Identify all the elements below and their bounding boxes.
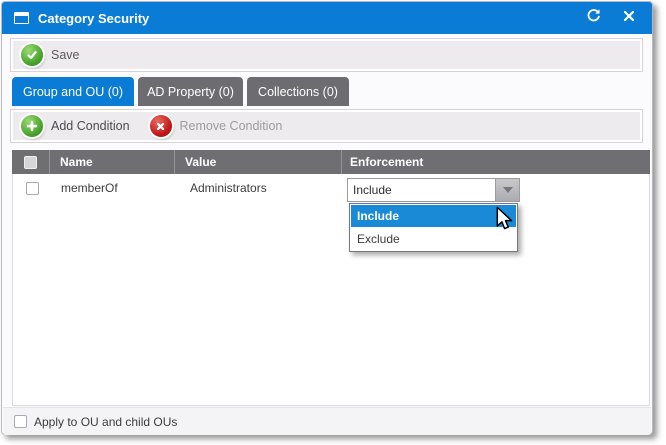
close-icon [623, 9, 635, 27]
title-bar: Category Security [2, 2, 652, 34]
close-button[interactable] [618, 7, 640, 29]
apply-to-ou-label: Apply to OU and child OUs [34, 415, 177, 429]
add-plus-icon [21, 115, 43, 137]
apply-to-ou-checkbox[interactable] [14, 415, 27, 428]
refresh-icon [586, 8, 601, 28]
enforcement-dropdown-list: Include Exclude [349, 203, 518, 252]
chevron-down-icon [503, 187, 513, 193]
row-value-cell: Administrators [176, 181, 343, 195]
table-row[interactable]: memberOf Administrators [13, 174, 649, 202]
grid-body: memberOf Administrators [12, 174, 650, 406]
dropdown-option-include[interactable]: Include [351, 205, 516, 227]
tab-group-and-ou[interactable]: Group and OU (0) [12, 77, 134, 106]
grid-header: Name Value Enforcement [12, 150, 650, 174]
row-checkbox[interactable] [26, 182, 39, 195]
remove-condition-label: Remove Condition [180, 119, 283, 133]
column-header-value[interactable]: Value [175, 150, 342, 174]
category-security-dialog: Category Security [1, 1, 653, 435]
save-check-icon [21, 44, 43, 66]
save-label: Save [51, 48, 80, 62]
column-header-name[interactable]: Name [50, 150, 175, 174]
select-all-cell [12, 150, 50, 174]
enforcement-combobox[interactable]: Include [347, 178, 520, 202]
remove-x-icon [150, 115, 172, 137]
window-icon [14, 12, 29, 24]
select-all-checkbox[interactable] [24, 156, 37, 169]
tab-ad-property[interactable]: AD Property (0) [138, 77, 243, 106]
footer-bar: Apply to OU and child OUs [3, 407, 651, 435]
refresh-button[interactable] [582, 7, 604, 29]
row-name-cell: memberOf [51, 181, 176, 195]
add-condition-button[interactable]: Add Condition [11, 110, 140, 142]
save-toolbar: Save [10, 38, 643, 72]
combobox-dropdown-button[interactable] [495, 179, 519, 201]
conditions-toolbar: Add Condition Remove Condition [10, 109, 643, 143]
column-header-enforcement[interactable]: Enforcement [342, 150, 650, 174]
dialog-title: Category Security [38, 11, 149, 26]
screen: Category Security [0, 0, 666, 445]
save-button[interactable]: Save [11, 39, 90, 71]
dropdown-option-exclude[interactable]: Exclude [351, 228, 516, 250]
row-checkbox-cell [13, 182, 51, 195]
remove-condition-button[interactable]: Remove Condition [140, 110, 293, 142]
combobox-value: Include [348, 179, 495, 201]
tab-strip: Group and OU (0) AD Property (0) Collect… [12, 77, 349, 106]
tab-collections[interactable]: Collections (0) [247, 77, 349, 106]
add-condition-label: Add Condition [51, 119, 130, 133]
